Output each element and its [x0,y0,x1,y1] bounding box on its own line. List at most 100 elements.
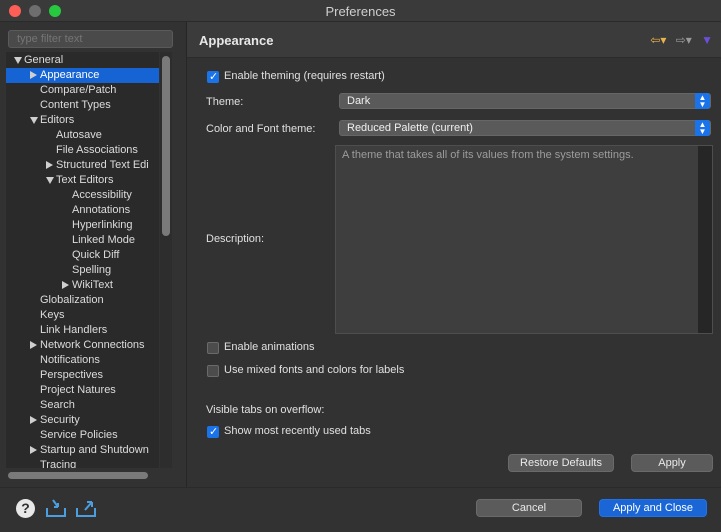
help-icon[interactable]: ? [16,499,35,518]
tree-item-general[interactable]: General [6,53,159,68]
tree-item-startup-and-shutdown[interactable]: Startup and Shutdown [6,443,159,458]
apply-and-close-button[interactable]: Apply and Close [599,499,707,517]
filter-input[interactable] [8,30,173,48]
tree-item-security[interactable]: Security [6,413,159,428]
back-arrow-icon[interactable]: ⇦▾ [650,33,666,47]
tree-item-accessibility[interactable]: Accessibility [6,188,159,203]
page-title: Appearance [199,33,274,48]
apply-button[interactable]: Apply [631,454,713,472]
expanded-triangle-icon[interactable] [46,177,54,184]
tree-item-file-associations[interactable]: File Associations [6,143,159,158]
tree-item-network-connections[interactable]: Network Connections [6,338,159,353]
tree-item-annotations[interactable]: Annotations [6,203,159,218]
cancel-button[interactable]: Cancel [476,499,582,517]
tree-item-label: Notifications [40,354,100,366]
tree-item-label: Autosave [56,129,102,141]
tree-horizontal-scroll-thumb[interactable] [8,472,148,479]
tree-item-label: Quick Diff [72,249,120,261]
tree-item-service-policies[interactable]: Service Policies [6,428,159,443]
tree-item-compare-patch[interactable]: Compare/Patch [6,83,159,98]
color-font-theme-label: Color and Font theme: [206,123,316,135]
tree-item-editors[interactable]: Editors [6,113,159,128]
forward-arrow-icon[interactable]: ⇨▾ [676,33,692,47]
view-menu-icon[interactable]: ▼ [701,33,713,47]
tree-item-label: Accessibility [72,189,132,201]
preference-tree: General Appearance Compare/Patch Content Ty… [6,52,159,468]
export-icon[interactable] [75,498,97,518]
enable-theming-checkbox[interactable] [207,70,219,83]
expanded-triangle-icon[interactable] [14,57,22,64]
theme-label: Theme: [206,96,244,108]
title-bar: Preferences [0,0,721,22]
expanded-triangle-icon[interactable] [30,117,38,124]
tree-item-label: Service Policies [40,429,118,441]
mixed-fonts-label: Use mixed fonts and colors for labels [224,364,405,376]
recent-tabs-label: Show most recently used tabs [224,425,371,437]
tree-item-appearance[interactable]: Appearance [6,68,159,83]
tree-item-label: Structured Text Edi [56,159,149,171]
chevron-updown-icon: ▲ ▼ [695,93,710,109]
collapsed-triangle-icon[interactable] [30,416,37,424]
color-font-theme-value: Reduced Palette (current) [347,122,473,134]
tree-item-label: Globalization [40,294,104,306]
tree-item-label: Spelling [72,264,112,276]
tree-item-wikitext[interactable]: WikiText [6,278,159,293]
mixed-fonts-checkbox[interactable] [207,365,219,377]
tree-item-linked-mode[interactable]: Linked Mode [6,233,159,248]
tree-item-spelling[interactable]: Spelling [6,263,159,278]
tree-item-label: Content Types [40,99,111,111]
tree-item-structured-text-edi[interactable]: Structured Text Edi [6,158,159,173]
tree-item-label: Appearance [40,69,100,81]
tree-item-label: Perspectives [40,369,103,381]
tree-item-label: Linked Mode [72,234,135,246]
collapsed-triangle-icon[interactable] [30,71,37,79]
tree-item-content-types[interactable]: Content Types [6,98,159,113]
tree-item-label: Compare/Patch [40,84,117,96]
restore-defaults-button[interactable]: Restore Defaults [508,454,614,472]
tree-item-label: Text Editors [56,174,114,186]
chevron-updown-icon: ▲ ▼ [695,120,710,136]
recent-tabs-checkbox[interactable] [207,425,219,438]
enable-theming-label: Enable theming (requires restart) [224,70,385,82]
tree-item-label: Security [40,414,80,426]
tree-item-label: Annotations [72,204,131,216]
collapsed-triangle-icon[interactable] [62,281,69,289]
tree-item-perspectives[interactable]: Perspectives [6,368,159,383]
import-icon[interactable] [45,498,67,518]
window-title: Preferences [325,4,396,19]
visible-tabs-label: Visible tabs on overflow: [206,404,325,416]
tree-item-keys[interactable]: Keys [6,308,159,323]
collapsed-triangle-icon[interactable] [46,161,53,169]
tree-item-label: File Associations [56,144,138,156]
theme-select[interactable]: Dark ▲ ▼ [339,93,711,109]
tree-item-link-handlers[interactable]: Link Handlers [6,323,159,338]
tree-item-hyperlinking[interactable]: Hyperlinking [6,218,159,233]
tree-item-label: Search [40,399,75,411]
nav-toolbar: ⇦▾ ⇨▾ ▼ [644,33,713,47]
collapsed-triangle-icon[interactable] [30,341,37,349]
tree-item-autosave[interactable]: Autosave [6,128,159,143]
page-header: Appearance ⇦▾ ⇨▾ ▼ [187,22,721,58]
tree-item-notifications[interactable]: Notifications [6,353,159,368]
tree-item-label: Network Connections [40,339,145,351]
description-text: A theme that takes all of its values fro… [342,149,634,161]
tree-item-label: Editors [40,114,75,126]
panel-divider[interactable] [186,22,187,487]
tree-item-text-editors[interactable]: Text Editors [6,173,159,188]
tree-item-label: Link Handlers [40,324,108,336]
tree-item-quick-diff[interactable]: Quick Diff [6,248,159,263]
tree-vertical-scroll-thumb[interactable] [162,56,170,236]
enable-animations-checkbox[interactable] [207,342,219,354]
description-label: Description: [206,233,265,245]
description-scrollbar[interactable] [698,146,712,333]
footer-separator [0,487,721,488]
collapsed-triangle-icon[interactable] [30,446,37,454]
tree-item-search[interactable]: Search [6,398,159,413]
tree-item-label: Keys [40,309,65,321]
tree-item-project-natures[interactable]: Project Natures [6,383,159,398]
color-font-theme-select[interactable]: Reduced Palette (current) ▲ ▼ [339,120,711,136]
tree-item-tracing[interactable]: Tracing [6,458,159,468]
tree-item-label: Tracing [40,459,77,468]
tree-item-globalization[interactable]: Globalization [6,293,159,308]
tree-item-label: Startup and Shutdown [40,444,149,456]
